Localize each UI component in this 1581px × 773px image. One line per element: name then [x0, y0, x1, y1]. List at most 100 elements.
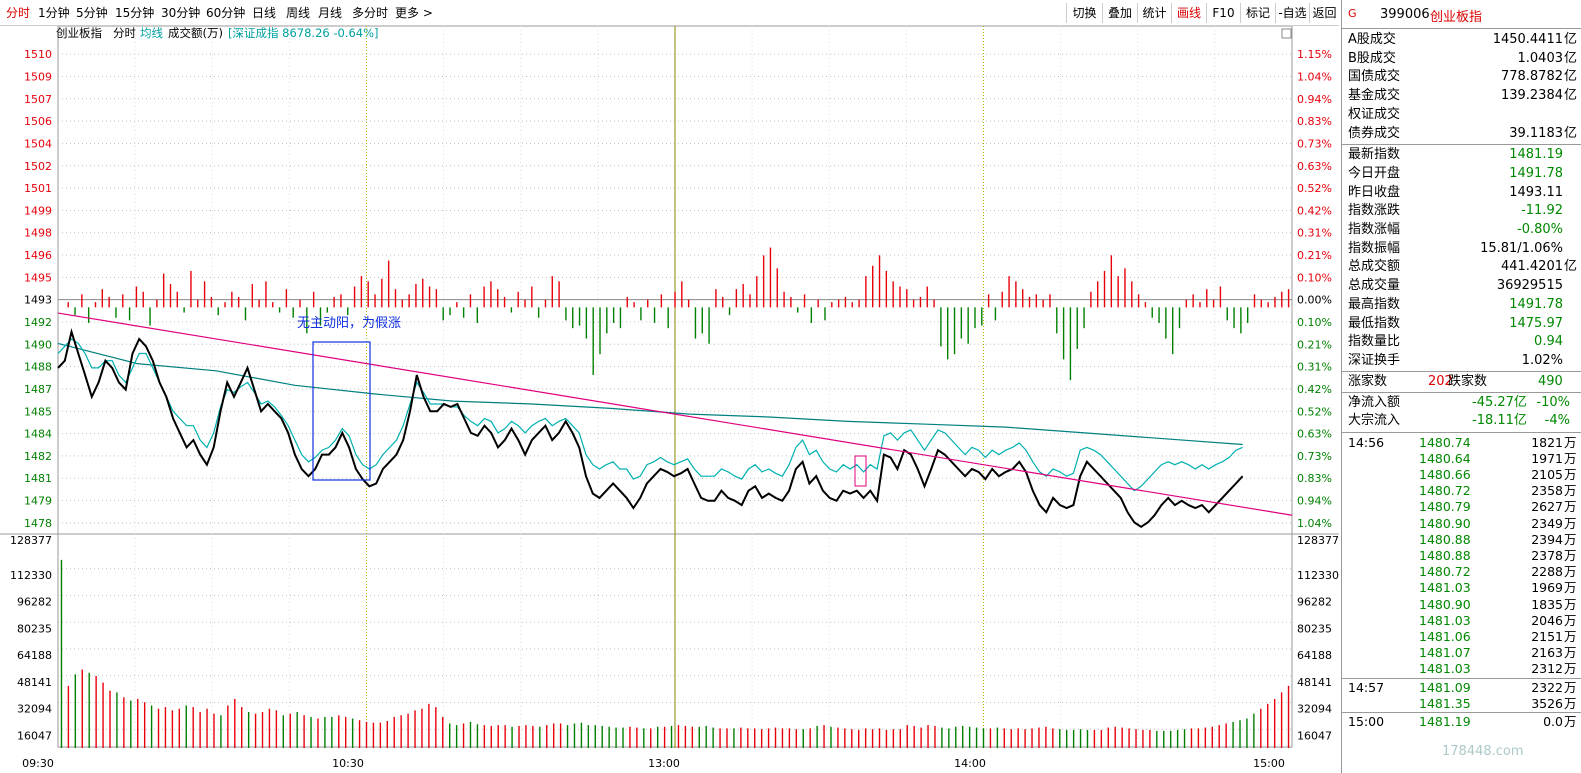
period-tab-2[interactable]: 5分钟 — [76, 5, 108, 21]
tick-unit: 万 — [1564, 679, 1577, 695]
tick-price: 1481.06 — [1419, 629, 1471, 644]
price-tick-label: 1487 — [24, 383, 52, 396]
market-turnover-row: 亿 基金成交 139.2384 — [1342, 87, 1581, 105]
divider — [1342, 144, 1581, 146]
index-stat-row-value: 1481.19 — [1509, 147, 1563, 163]
price-tick-label: 1484 — [24, 428, 52, 441]
tick-row: 1480.90 2349 万 — [1342, 516, 1581, 532]
tick-unit: 万 — [1564, 548, 1577, 563]
volume-tick-label-right: 32094 — [1297, 703, 1332, 716]
toolbar-button-3[interactable]: 画线 — [1171, 3, 1206, 23]
fund-flow-row: 净流入额 -45.27亿 -10% — [1342, 394, 1581, 412]
tick-row: 1481.06 2151 万 — [1342, 629, 1581, 645]
tick-unit: 万 — [1564, 450, 1577, 466]
period-tab-4[interactable]: 30分钟 — [161, 5, 200, 21]
tick-price: 1481.35 — [1419, 695, 1471, 711]
market-turnover-row-value: 139.2384 — [1500, 88, 1563, 104]
tick-price: 1480.72 — [1419, 564, 1471, 580]
index-stat-row-label: 总成交额 — [1348, 259, 1401, 275]
pct-tick-label: 0.63% — [1297, 160, 1332, 173]
period-tab-5[interactable]: 60分钟 — [206, 5, 245, 21]
maximize-icon[interactable] — [1281, 28, 1292, 39]
pct-tick-label: 0.31% — [1297, 361, 1332, 374]
chart-header-text: [深证成指 8678.26 -0.64%] — [228, 26, 379, 40]
toolbar-button-1[interactable]: 叠加 — [1102, 3, 1137, 23]
tick-price: 1480.74 — [1419, 434, 1471, 450]
divider — [1342, 712, 1581, 713]
pct-tick-label: 0.42% — [1297, 204, 1332, 217]
tick-unit: 万 — [1564, 580, 1577, 596]
market-turnover-row-label: 基金成交 — [1348, 88, 1401, 104]
tick-price: 1480.72 — [1419, 483, 1471, 499]
pct-tick-label: 0.21% — [1297, 249, 1332, 262]
index-stat-row: 最低指数 1475.97 — [1342, 315, 1581, 333]
period-tab-7[interactable]: 周线 — [286, 5, 310, 21]
market-turnover-row-value: 778.8782 — [1500, 69, 1563, 85]
unit-label: 亿 — [1564, 88, 1578, 104]
tick-row: 1480.90 1835 万 — [1342, 597, 1581, 613]
toolbar-button-0[interactable]: 切换 — [1066, 3, 1102, 23]
volume-tick-label-right: 128377 — [1297, 534, 1339, 547]
tick-unit: 万 — [1564, 531, 1577, 547]
pct-tick-label: 0.31% — [1297, 227, 1332, 240]
index-header: G 399006 创业板指 — [1342, 0, 1581, 29]
price-tick-label: 1507 — [24, 93, 52, 106]
tick-unit: 万 — [1564, 695, 1577, 711]
tick-volume: 2378 — [1531, 548, 1563, 563]
chart-header-text: 创业板指 — [56, 26, 102, 40]
price-tick-label: 1490 — [24, 338, 52, 351]
tick-price: 1481.03 — [1419, 661, 1471, 677]
index-stat-row: 最新指数 1481.19 — [1342, 146, 1581, 164]
pct-tick-label: 0.73% — [1297, 137, 1332, 150]
toolbar-button-5[interactable]: 标记 — [1240, 3, 1275, 23]
tick-unit: 万 — [1564, 612, 1577, 628]
time-tick-label: 13:00 — [648, 757, 680, 770]
index-stat-row: 总成交量 36929515 — [1342, 277, 1581, 295]
period-toolbar: 分时 1分钟 5分钟 15分钟 30分钟 60分钟 日线 周线 月线 多分时 更多 > 切换 叠加 统计画… — [0, 0, 1339, 26]
market-turnover-row-label: 权证成交 — [1348, 106, 1401, 122]
index-stat-row-value: -0.80% — [1517, 222, 1563, 237]
period-tab-3[interactable]: 15分钟 — [115, 5, 154, 21]
index-stat-row-value: 0.94 — [1534, 334, 1563, 350]
fund-flow-pct: -4% — [1544, 413, 1570, 429]
tick-unit: 万 — [1564, 596, 1577, 612]
period-tab-9[interactable]: 多分时 — [352, 5, 388, 21]
tick-volume: 2046 — [1531, 612, 1563, 628]
tick-price: 1481.03 — [1419, 580, 1471, 596]
volume-tick-label-right: 112330 — [1297, 569, 1339, 582]
chart-header-text: 成交额(万) — [168, 26, 223, 40]
period-tab-0[interactable]: 分时 — [6, 5, 30, 21]
index-stat-row-label: 总成交量 — [1348, 278, 1401, 294]
tick-row: 1480.79 2627 万 — [1342, 499, 1581, 515]
period-tab-8[interactable]: 月线 — [318, 5, 342, 21]
market-turnover-row: 权证成交 — [1342, 106, 1581, 124]
price-tick-label: 1485 — [24, 405, 52, 418]
volume-tick-label: 128377 — [10, 534, 52, 547]
volume-tick-label: 80235 — [17, 622, 52, 635]
tick-volume: 1971 — [1531, 450, 1563, 466]
price-line — [57, 327, 1244, 528]
toolbar-button-7[interactable]: 返回 — [1309, 3, 1339, 23]
period-tab-10[interactable]: 更多 > — [395, 5, 433, 21]
index-stat-row-value: 441.4201 — [1500, 259, 1563, 275]
pct-tick-label: 1.04% — [1297, 70, 1332, 83]
tick-unit: 万 — [1564, 661, 1577, 677]
pct-tick-label: 1.15% — [1297, 48, 1332, 61]
divider — [1342, 391, 1581, 393]
toolbar-button-4[interactable]: F10 — [1206, 3, 1240, 23]
index-stat-row: 指数涨跌 -11.92 — [1342, 202, 1581, 220]
pct-tick-label: 0.83% — [1297, 472, 1332, 485]
index-stat-row: 今日开盘 1491.78 — [1342, 165, 1581, 183]
market-turnover-row-value: 1.0403 — [1517, 50, 1564, 66]
tick-row: 1480.72 2288 万 — [1342, 564, 1581, 580]
toolbar-button-2[interactable]: 统计 — [1137, 3, 1171, 23]
market-turnover-row: 亿 A股成交 1450.4411 — [1342, 31, 1581, 49]
pct-tick-label: 0.73% — [1297, 450, 1332, 463]
tick-unit: 万 — [1564, 515, 1577, 531]
period-tab-1[interactable]: 1分钟 — [38, 5, 70, 21]
toolbar-button-6[interactable]: -自选 — [1275, 3, 1309, 23]
tick-volume: 0.0 — [1543, 714, 1563, 729]
fund-flow-label: 大宗流入 — [1348, 413, 1401, 429]
index-stat-row-value: -11.92 — [1521, 203, 1563, 219]
period-tab-6[interactable]: 日线 — [252, 5, 276, 21]
